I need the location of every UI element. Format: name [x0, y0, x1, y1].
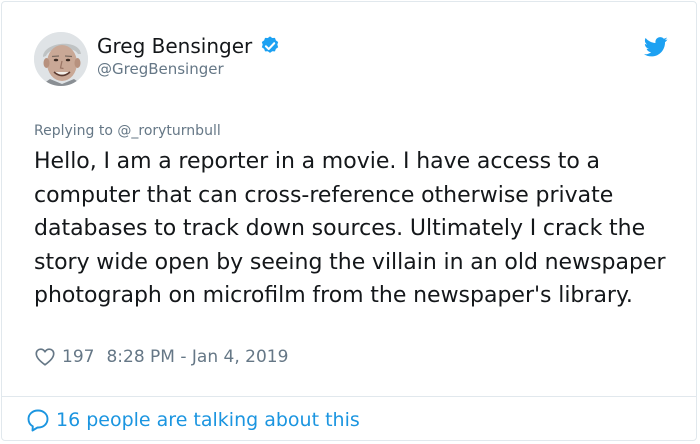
footer-divider: [2, 396, 696, 397]
tweet-text: Hello, I am a reporter in a movie. I hav…: [34, 149, 666, 309]
tweet-card: Greg Bensinger @GregBensinger Replying t…: [1, 1, 697, 441]
heart-icon[interactable]: [34, 346, 56, 368]
verified-badge-icon: [259, 35, 281, 57]
author-avatar[interactable]: [34, 32, 88, 86]
tweet-meta-row: 197 8:28 PM - Jan 4, 2019: [34, 345, 288, 369]
talking-about-label[interactable]: 16 people are talking about this: [56, 406, 360, 434]
speech-bubble-icon: [27, 409, 49, 432]
author-handle[interactable]: @GregBensinger: [97, 59, 224, 79]
like-count: 197: [62, 347, 95, 367]
twitter-bird-icon[interactable]: [643, 37, 668, 57]
tweet-timestamp[interactable]: 8:28 PM - Jan 4, 2019: [106, 345, 288, 369]
display-name[interactable]: Greg Bensinger: [97, 33, 252, 59]
talking-about-link[interactable]: 16 people are talking about this: [26, 406, 360, 434]
replying-to-label[interactable]: Replying to @_roryturnbull: [34, 122, 221, 140]
person-avatar-icon: [34, 32, 88, 86]
display-name-row[interactable]: Greg Bensinger: [97, 33, 281, 59]
